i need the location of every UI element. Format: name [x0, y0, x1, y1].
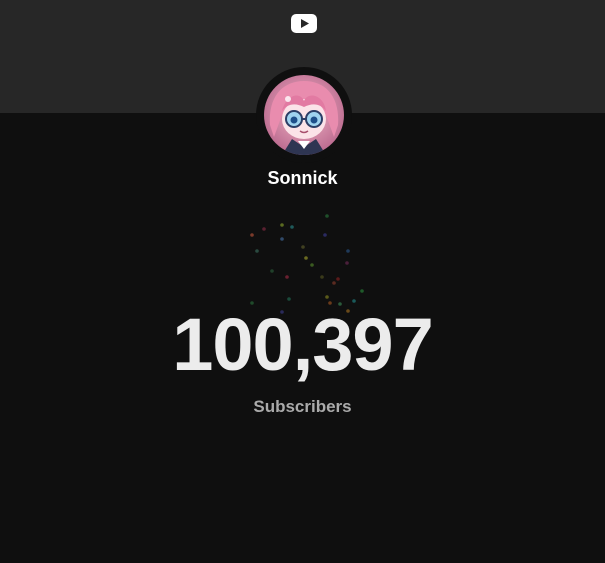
counter-page: Sonnick 100,397 Subscribers	[0, 0, 605, 563]
channel-name[interactable]: Sonnick	[0, 168, 605, 189]
youtube-logo-icon[interactable]	[291, 14, 317, 33]
subscriber-count: 100,397	[172, 303, 434, 386]
channel-avatar[interactable]	[264, 75, 344, 155]
subscriber-label: Subscribers	[253, 397, 352, 416]
avatar-image	[264, 75, 344, 155]
